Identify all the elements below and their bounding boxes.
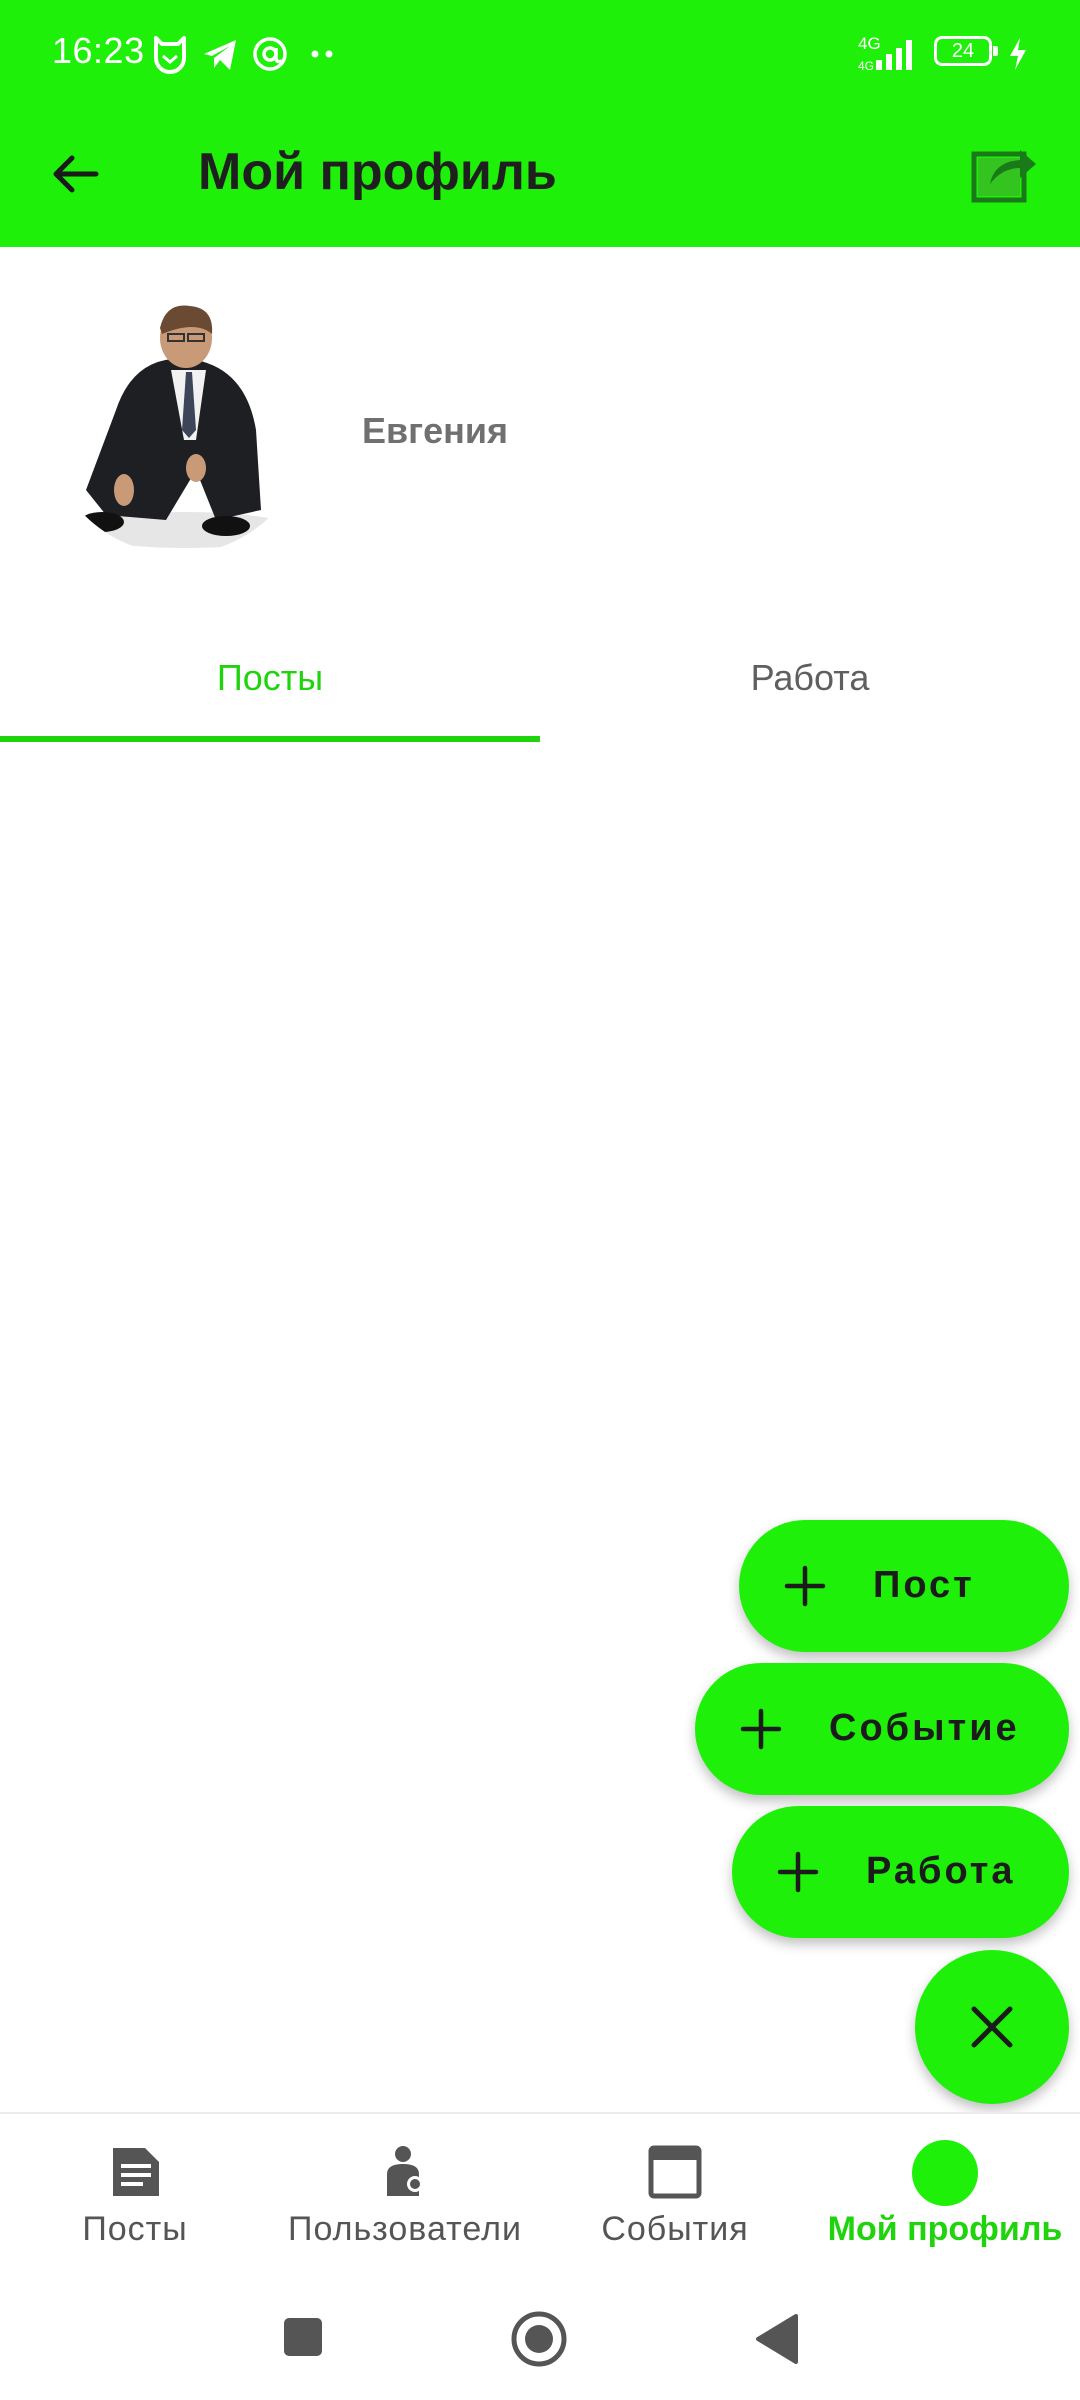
active-tab-indicator	[0, 736, 540, 742]
home-circle-icon[interactable]	[510, 2310, 568, 2368]
add-post-button[interactable]: Пост	[739, 1520, 1069, 1652]
nav-label-events: События	[601, 2210, 749, 2248]
status-bar: 16:23 4G 4G 24	[0, 0, 1080, 110]
avatar-photo	[46, 290, 310, 554]
charging-bolt-icon	[1010, 38, 1026, 70]
battery-indicator: 24	[934, 36, 998, 66]
avatar	[46, 290, 310, 554]
document-icon	[113, 2148, 159, 2196]
svg-text:4G: 4G	[858, 59, 874, 73]
nav-item-users[interactable]: Пользователи	[270, 2114, 540, 2284]
profile-name: Евгения	[362, 410, 509, 451]
app-bar: Мой профиль	[0, 110, 1080, 247]
plus-icon	[777, 1851, 819, 1893]
nav-label-users: Пользователи	[288, 2210, 522, 2248]
signal-strength-icon: 4G	[858, 40, 912, 73]
add-event-button[interactable]: Событие	[695, 1663, 1069, 1795]
tab-jobs[interactable]: Работа	[540, 610, 1080, 744]
status-time: 16:23	[52, 30, 145, 71]
nav-item-my-profile[interactable]: Мой профиль	[810, 2114, 1080, 2284]
recents-square-icon[interactable]	[282, 2316, 324, 2358]
mi-notification-icon	[154, 36, 186, 74]
profile-tabs: Посты Работа	[0, 610, 1080, 744]
telegram-icon	[204, 40, 236, 70]
top-app-area: 16:23 4G 4G 24 Мой профиль	[0, 0, 1080, 247]
calendar-window-icon	[648, 2145, 702, 2199]
back-triangle-icon[interactable]	[752, 2312, 800, 2366]
back-arrow-icon[interactable]	[40, 138, 112, 210]
nav-label-my-profile: Мой профиль	[827, 2210, 1063, 2248]
profile-dot-icon	[912, 2140, 978, 2206]
nav-item-events[interactable]: События	[540, 2114, 810, 2284]
page-title: Мой профиль	[198, 143, 557, 201]
share-export-icon[interactable]	[964, 132, 1044, 212]
nav-label-posts: Посты	[82, 2210, 188, 2248]
add-post-label: Пост	[873, 1564, 975, 1606]
close-icon	[971, 2006, 1013, 2048]
user-icon	[387, 2146, 423, 2196]
add-job-label: Работа	[866, 1850, 1016, 1892]
add-event-label: Событие	[829, 1707, 1020, 1749]
system-navigation-bar	[0, 2282, 1080, 2400]
tab-posts[interactable]: Посты	[0, 610, 540, 744]
plus-icon	[784, 1565, 826, 1607]
add-job-button[interactable]: Работа	[732, 1806, 1069, 1938]
bottom-navigation: Посты Пользователи События Мой профиль	[0, 2112, 1080, 2284]
battery-level: 24	[951, 40, 975, 62]
more-notifications-icon	[311, 50, 333, 58]
plus-icon	[740, 1708, 782, 1750]
nav-item-posts[interactable]: Посты	[0, 2114, 270, 2284]
close-fab-button[interactable]	[915, 1950, 1069, 2104]
at-sign-icon	[253, 37, 287, 71]
